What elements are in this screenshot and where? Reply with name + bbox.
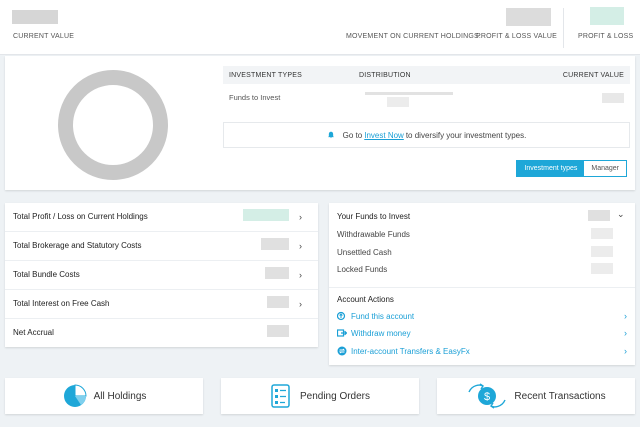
summary-row-label: Net Accrual bbox=[13, 328, 54, 337]
recent-transactions-label: Recent Transactions bbox=[514, 390, 606, 402]
summary-row-value bbox=[261, 238, 289, 250]
invest-now-link[interactable]: Invest Now bbox=[364, 131, 404, 140]
movement-label: MOVEMENT ON CURRENT HOLDINGS: bbox=[346, 33, 482, 40]
summary-row-label: Total Brokerage and Statutory Costs bbox=[13, 241, 142, 250]
funds-row-label: Withdrawable Funds bbox=[337, 230, 410, 239]
svg-text:$: $ bbox=[484, 391, 490, 403]
current-value-amount bbox=[12, 10, 58, 24]
withdraw-money-action[interactable]: Withdraw money › bbox=[337, 325, 627, 341]
pl-amount bbox=[590, 7, 624, 25]
pending-orders-tile[interactable]: Pending Orders bbox=[221, 378, 419, 414]
exchange-icon: $ bbox=[468, 383, 507, 409]
funds-row-value bbox=[591, 228, 613, 239]
view-toggle: Investment types Manager bbox=[516, 160, 627, 177]
pl-label: PROFIT & LOSS bbox=[578, 33, 634, 40]
banner-suffix: to diversify your investment types. bbox=[405, 130, 527, 140]
summary-row-total-pl[interactable]: Total Profit / Loss on Current Holdings … bbox=[5, 203, 318, 232]
manager-toggle[interactable]: Manager bbox=[584, 161, 626, 176]
all-holdings-tile[interactable]: All Holdings bbox=[5, 378, 203, 414]
distribution-bar bbox=[365, 91, 453, 95]
pl-value-amount bbox=[506, 8, 551, 26]
portfolio-distribution-card: INVESTMENT TYPES DISTRIBUTION CURRENT VA… bbox=[5, 56, 635, 190]
table-row: Funds to Invest bbox=[223, 84, 630, 111]
action-label: Inter-account Transfers & EasyFx bbox=[351, 346, 470, 356]
account-actions-title: Account Actions bbox=[337, 295, 394, 304]
clipboard-icon bbox=[271, 384, 290, 408]
summary-row-brokerage[interactable]: Total Brokerage and Statutory Costs › bbox=[5, 232, 318, 261]
fund-account-action[interactable]: Fund this account › bbox=[337, 308, 627, 324]
inter-account-transfer-action[interactable]: Inter-account Transfers & EasyFx › bbox=[337, 343, 627, 359]
holdings-summary-card: Total Profit / Loss on Current Holdings … bbox=[5, 203, 318, 347]
pending-orders-label: Pending Orders bbox=[299, 390, 371, 402]
invest-now-banner: Go to Invest Now to diversify your inves… bbox=[223, 122, 630, 148]
summary-row-value bbox=[243, 209, 289, 221]
bell-icon bbox=[327, 131, 334, 139]
summary-row-bundle-costs[interactable]: Total Bundle Costs › bbox=[5, 261, 318, 290]
action-label: Fund this account bbox=[351, 311, 415, 321]
header-divider bbox=[563, 8, 564, 48]
distribution-donut-chart bbox=[58, 70, 168, 180]
fund-icon bbox=[337, 311, 346, 321]
pl-value-label: PROFIT & LOSS VALUE bbox=[476, 33, 557, 40]
withdraw-icon bbox=[337, 329, 347, 337]
funds-to-invest-card: Your Funds to Invest ⌄ Withdrawable Fund… bbox=[329, 203, 635, 365]
investment-types-table: INVESTMENT TYPES DISTRIBUTION CURRENT VA… bbox=[223, 66, 630, 111]
summary-row-label: Total Profit / Loss on Current Holdings bbox=[13, 212, 148, 221]
transfer-icon bbox=[337, 346, 347, 356]
funds-row-label: Locked Funds bbox=[337, 265, 388, 274]
column-header-distribution: DISTRIBUTION bbox=[353, 66, 493, 84]
chevron-right-icon: › bbox=[624, 346, 627, 356]
funds-row-value bbox=[591, 246, 613, 257]
current-value-cell bbox=[493, 84, 630, 111]
current-value-amount-cell bbox=[602, 92, 624, 103]
current-value-label: CURRENT VALUE bbox=[13, 33, 75, 40]
summary-row-label: Total Interest on Free Cash bbox=[13, 299, 110, 308]
summary-header: CURRENT VALUE MOVEMENT ON CURRENT HOLDIN… bbox=[0, 0, 640, 55]
funds-row-value bbox=[591, 263, 613, 274]
chevron-right-icon: › bbox=[624, 328, 627, 338]
chevron-right-icon: › bbox=[624, 311, 627, 321]
action-label: Withdraw money bbox=[351, 328, 411, 338]
investment-type-cell: Funds to Invest bbox=[229, 93, 281, 102]
all-holdings-label: All Holdings bbox=[93, 390, 147, 402]
summary-row-value bbox=[265, 267, 289, 279]
funds-total-value bbox=[588, 210, 610, 221]
summary-row-interest[interactable]: Total Interest on Free Cash › bbox=[5, 290, 318, 319]
column-header-current-value: CURRENT VALUE bbox=[493, 66, 630, 84]
summary-row-label: Total Bundle Costs bbox=[13, 270, 80, 279]
funds-divider bbox=[329, 287, 635, 288]
summary-row-net-accrual: Net Accrual bbox=[5, 319, 318, 348]
chevron-right-icon: › bbox=[299, 270, 302, 280]
chevron-right-icon: › bbox=[299, 212, 302, 222]
chevron-right-icon: › bbox=[299, 299, 302, 309]
column-header-investment-types: INVESTMENT TYPES bbox=[223, 66, 353, 84]
funds-row-label: Unsettled Cash bbox=[337, 248, 392, 257]
summary-row-value bbox=[267, 325, 289, 337]
table-header-row: INVESTMENT TYPES DISTRIBUTION CURRENT VA… bbox=[223, 66, 630, 84]
funds-title: Your Funds to Invest bbox=[337, 212, 411, 221]
summary-row-value bbox=[267, 296, 289, 308]
banner-prefix: Go to bbox=[342, 130, 363, 140]
recent-transactions-tile[interactable]: $ Recent Transactions bbox=[437, 378, 635, 414]
chevron-down-icon[interactable]: ⌄ bbox=[617, 209, 625, 220]
distribution-percent bbox=[387, 97, 409, 108]
chevron-right-icon: › bbox=[299, 241, 302, 251]
distribution-cell bbox=[353, 84, 493, 111]
investment-types-toggle[interactable]: Investment types bbox=[517, 161, 585, 176]
pie-chart-icon bbox=[63, 384, 87, 407]
